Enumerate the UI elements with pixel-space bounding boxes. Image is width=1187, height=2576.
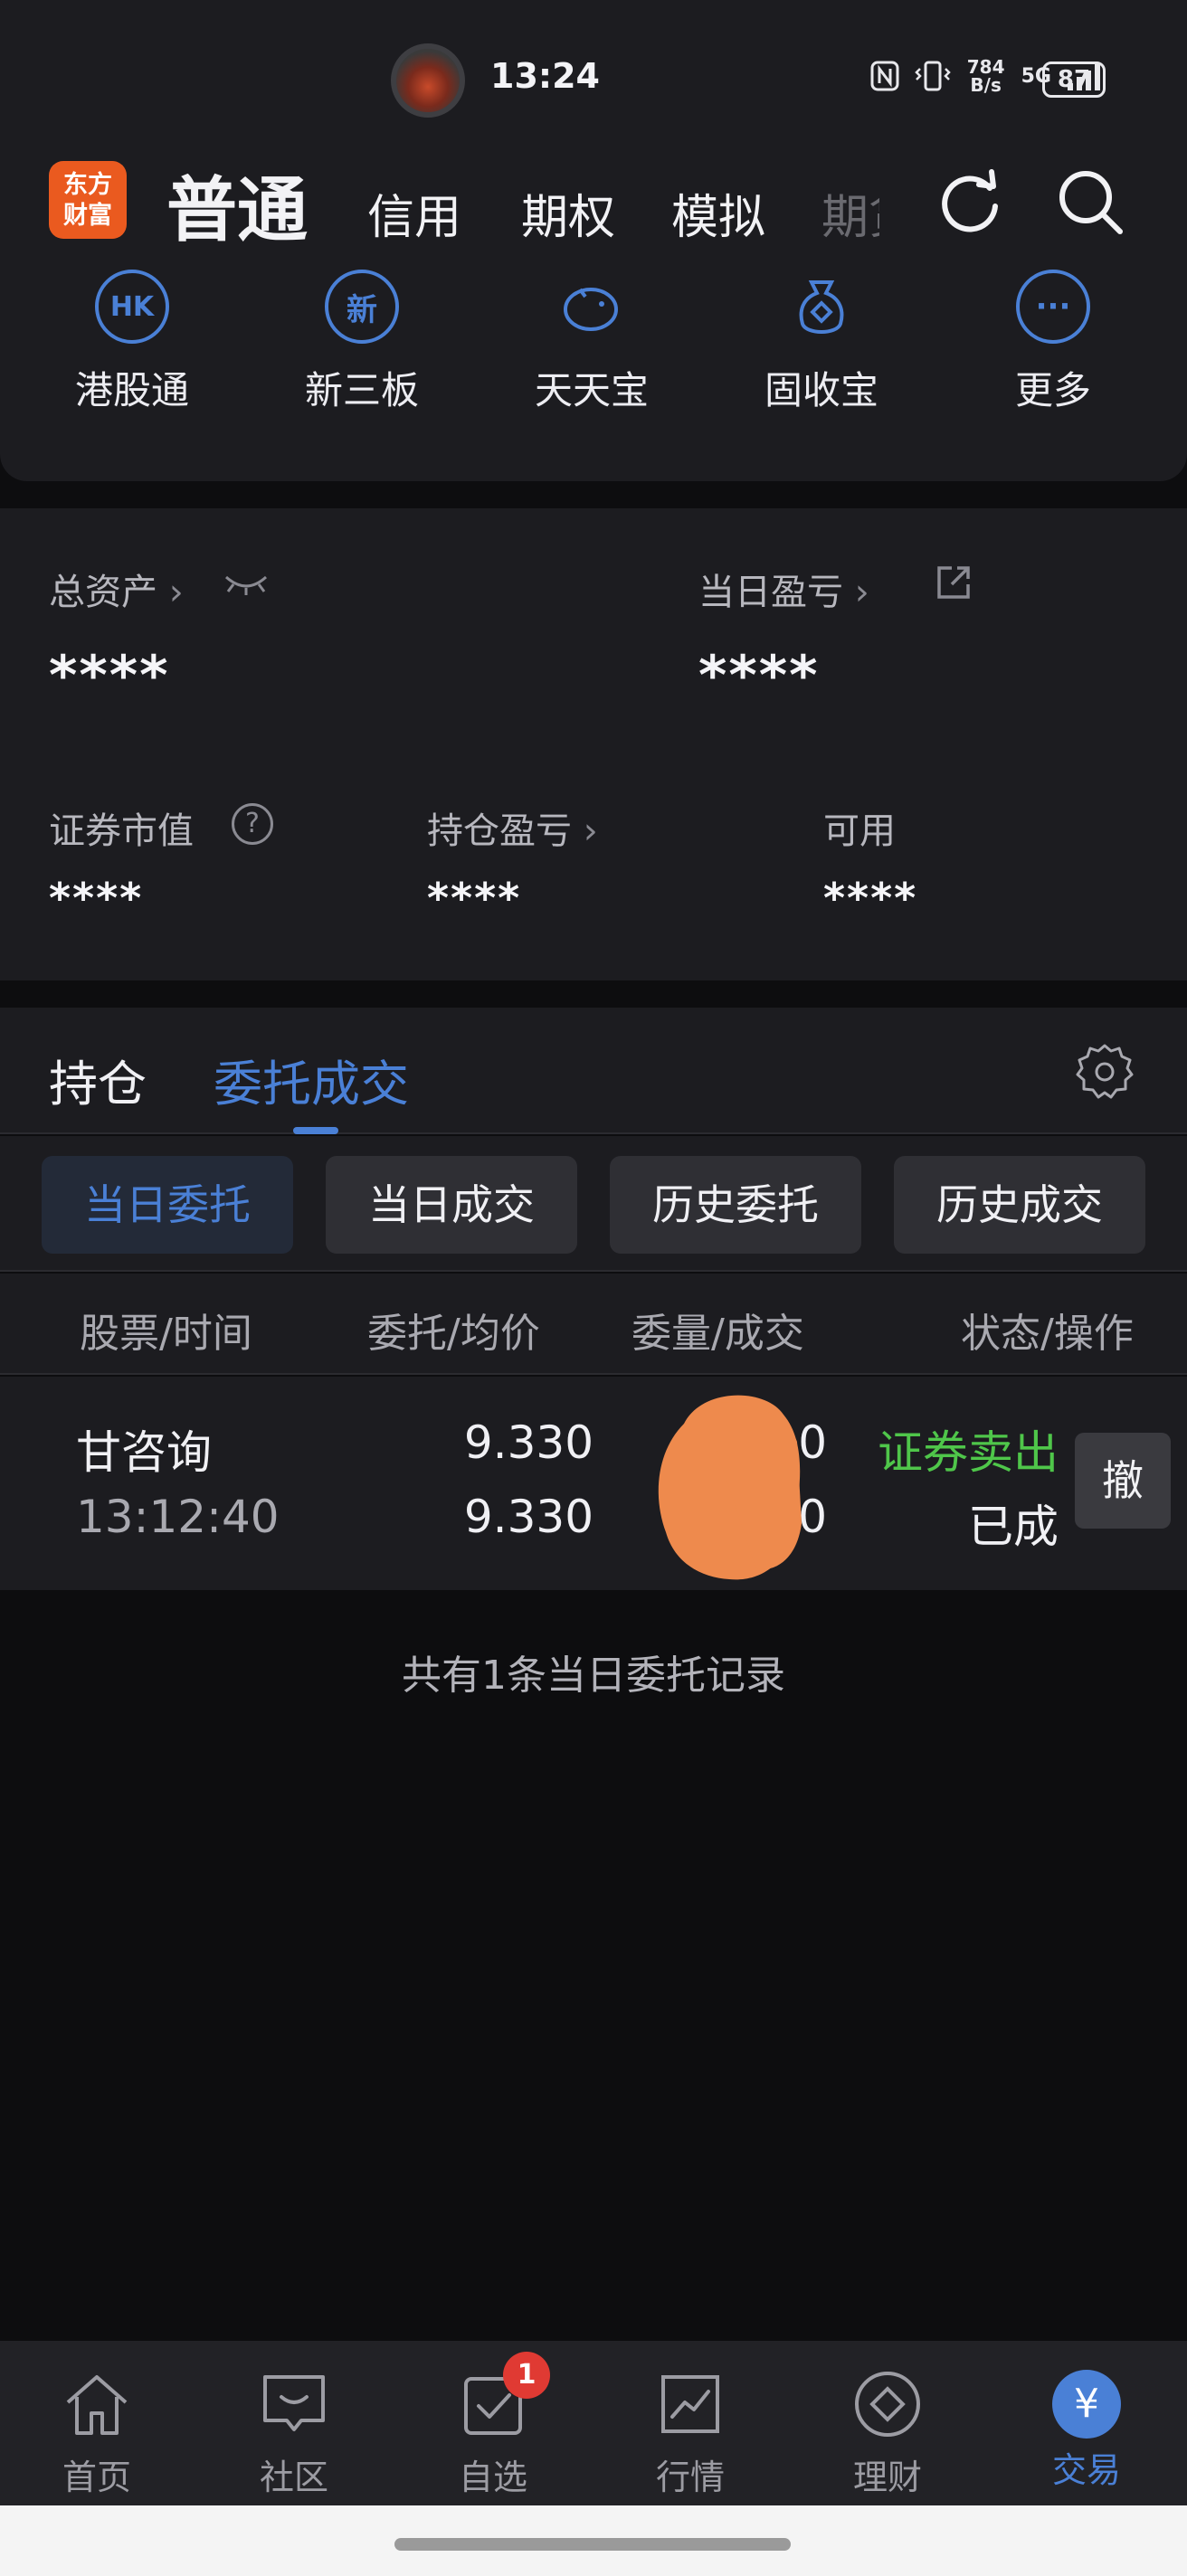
hk-icon: HK <box>95 270 169 344</box>
hide-eye-icon[interactable] <box>223 570 270 597</box>
notification-avatar-icon <box>391 43 465 118</box>
active-tab-indicator <box>293 1127 338 1134</box>
chevron-right-icon: › <box>168 572 184 613</box>
status-time: 13:24 <box>490 56 600 96</box>
stock-name: 甘咨询 <box>76 1426 212 1479</box>
quick-item-hk-connect[interactable]: HK 港股通 <box>42 270 223 415</box>
cancel-order-button[interactable]: 撤 <box>1075 1433 1171 1529</box>
quick-item-more[interactable]: ··· 更多 <box>963 270 1144 415</box>
orders-table-header: 股票/时间 委托/均价 委量/成交 状态/操作 <box>0 1274 1187 1375</box>
position-pl-value: **** <box>427 874 522 923</box>
quick-item-gushoubao[interactable]: 固收宝 <box>731 270 912 415</box>
home-icon <box>66 2375 128 2435</box>
tab-normal[interactable]: 普通 <box>166 154 308 255</box>
position-pl-link[interactable]: 持仓盈亏 › <box>427 801 598 854</box>
quick-item-new-third-board[interactable]: 新 新三板 <box>271 270 452 415</box>
money-bag-icon <box>784 270 859 344</box>
chevron-right-icon: › <box>854 572 869 613</box>
main-tabs: 持仓 委托成交 <box>0 1008 1187 1134</box>
market-chart-icon <box>661 2375 719 2433</box>
order-status: 已成 <box>968 1501 1059 1553</box>
piggy-bank-icon <box>555 270 629 344</box>
quick-item-label: 固收宝 <box>764 368 878 412</box>
subtab-today-trades[interactable]: 当日成交 <box>326 1156 577 1254</box>
quick-item-label: 更多 <box>1014 368 1091 412</box>
orders-summary: 共有1条当日委托记录 <box>402 1653 785 1699</box>
redaction-scribble <box>658 1395 802 1580</box>
trade-direction: 证券卖出 <box>878 1426 1059 1479</box>
nav-home[interactable]: 首页 <box>29 2366 165 2499</box>
nav-wealth[interactable]: 理财 <box>820 2366 955 2499</box>
wealth-icon <box>855 2372 920 2437</box>
subtab-history-trades[interactable]: 历史成交 <box>894 1156 1145 1254</box>
daily-pl-link[interactable]: 当日盈亏 › <box>698 563 869 615</box>
tab-credit[interactable]: 信用 <box>367 179 461 247</box>
quick-item-label: 新三板 <box>304 368 419 412</box>
vibrate-icon <box>914 61 951 91</box>
battery-icon: 87 <box>1042 62 1106 98</box>
avg-price: 9.330 <box>463 1491 594 1543</box>
home-indicator[interactable] <box>394 2538 791 2551</box>
nav-market[interactable]: 行情 <box>622 2366 758 2499</box>
trade-icon: ¥ <box>1052 2370 1121 2439</box>
subtab-history-orders[interactable]: 历史委托 <box>610 1156 861 1254</box>
column-header: 委量/成交 <box>631 1311 804 1357</box>
nav-watchlist[interactable]: 1 自选 <box>425 2352 561 2499</box>
quick-item-tiantianbao[interactable]: 天天宝 <box>501 270 682 415</box>
help-icon[interactable]: ? <box>232 803 273 845</box>
column-header: 委托/均价 <box>367 1311 540 1357</box>
watchlist-badge: 1 <box>503 2352 550 2399</box>
search-icon[interactable] <box>1055 166 1127 239</box>
nav-community[interactable]: 社区 <box>226 2366 362 2499</box>
order-subtabs: 当日委托 当日成交 历史委托 历史成交 <box>0 1136 1187 1272</box>
market-value-value: **** <box>49 874 144 923</box>
quick-item-label: 港股通 <box>74 368 189 412</box>
tab-simulation[interactable]: 模拟 <box>671 179 765 247</box>
asset-summary-card: 总资产 › **** 当日盈亏 › **** 证券市值 ? **** 持仓盈亏 … <box>0 508 1187 980</box>
column-header: 股票/时间 <box>80 1311 252 1357</box>
order-price: 9.330 <box>463 1416 594 1469</box>
gear-icon[interactable] <box>1075 1042 1135 1102</box>
more-icon: ··· <box>1016 270 1090 344</box>
nav-trade[interactable]: ¥ 交易 <box>1019 2366 1154 2492</box>
community-icon <box>263 2375 325 2431</box>
tab-options[interactable]: 期权 <box>521 179 615 247</box>
total-assets-value: **** <box>49 644 170 707</box>
tab-holdings[interactable]: 持仓 <box>49 1044 147 1115</box>
available-label: 可用 <box>823 810 896 852</box>
column-header: 状态/操作 <box>961 1311 1134 1357</box>
total-assets-link[interactable]: 总资产 › <box>49 563 184 615</box>
order-time: 13:12:40 <box>76 1491 280 1543</box>
quick-item-label: 天天宝 <box>534 368 649 412</box>
nfc-icon <box>870 61 899 91</box>
new-board-icon: 新 <box>325 270 399 344</box>
external-share-icon[interactable] <box>932 561 975 604</box>
daily-pl-value: **** <box>698 644 820 707</box>
tab-orders-trades[interactable]: 委托成交 <box>214 1044 409 1115</box>
status-bar: 13:24 784 B/s 5G 87 <box>0 0 1187 154</box>
subtab-today-orders[interactable]: 当日委托 <box>42 1156 293 1254</box>
tab-futures[interactable]: 期货 <box>821 179 879 247</box>
eastmoney-logo: 东方 财富 <box>49 161 127 239</box>
chevron-right-icon: › <box>583 810 598 852</box>
refresh-icon[interactable] <box>934 166 1006 239</box>
net-speed: 784 B/s <box>966 56 1005 96</box>
quick-menu: HK 港股通 新 新三板 天天宝 固收宝 ··· 更多 <box>0 270 1187 481</box>
table-row[interactable]: 甘咨询 13:12:40 9.330 9.330 0 0 证券卖出 已成 撤 <box>0 1377 1187 1590</box>
available-value: **** <box>823 874 918 923</box>
market-value-label: 证券市值 <box>49 810 194 852</box>
bottom-navigation: 首页 社区 1 自选 行情 理财 ¥ 交易 <box>0 2341 1187 2505</box>
account-type-header: 东方 财富 普通 信用 期权 模拟 期货 <box>0 154 1187 270</box>
